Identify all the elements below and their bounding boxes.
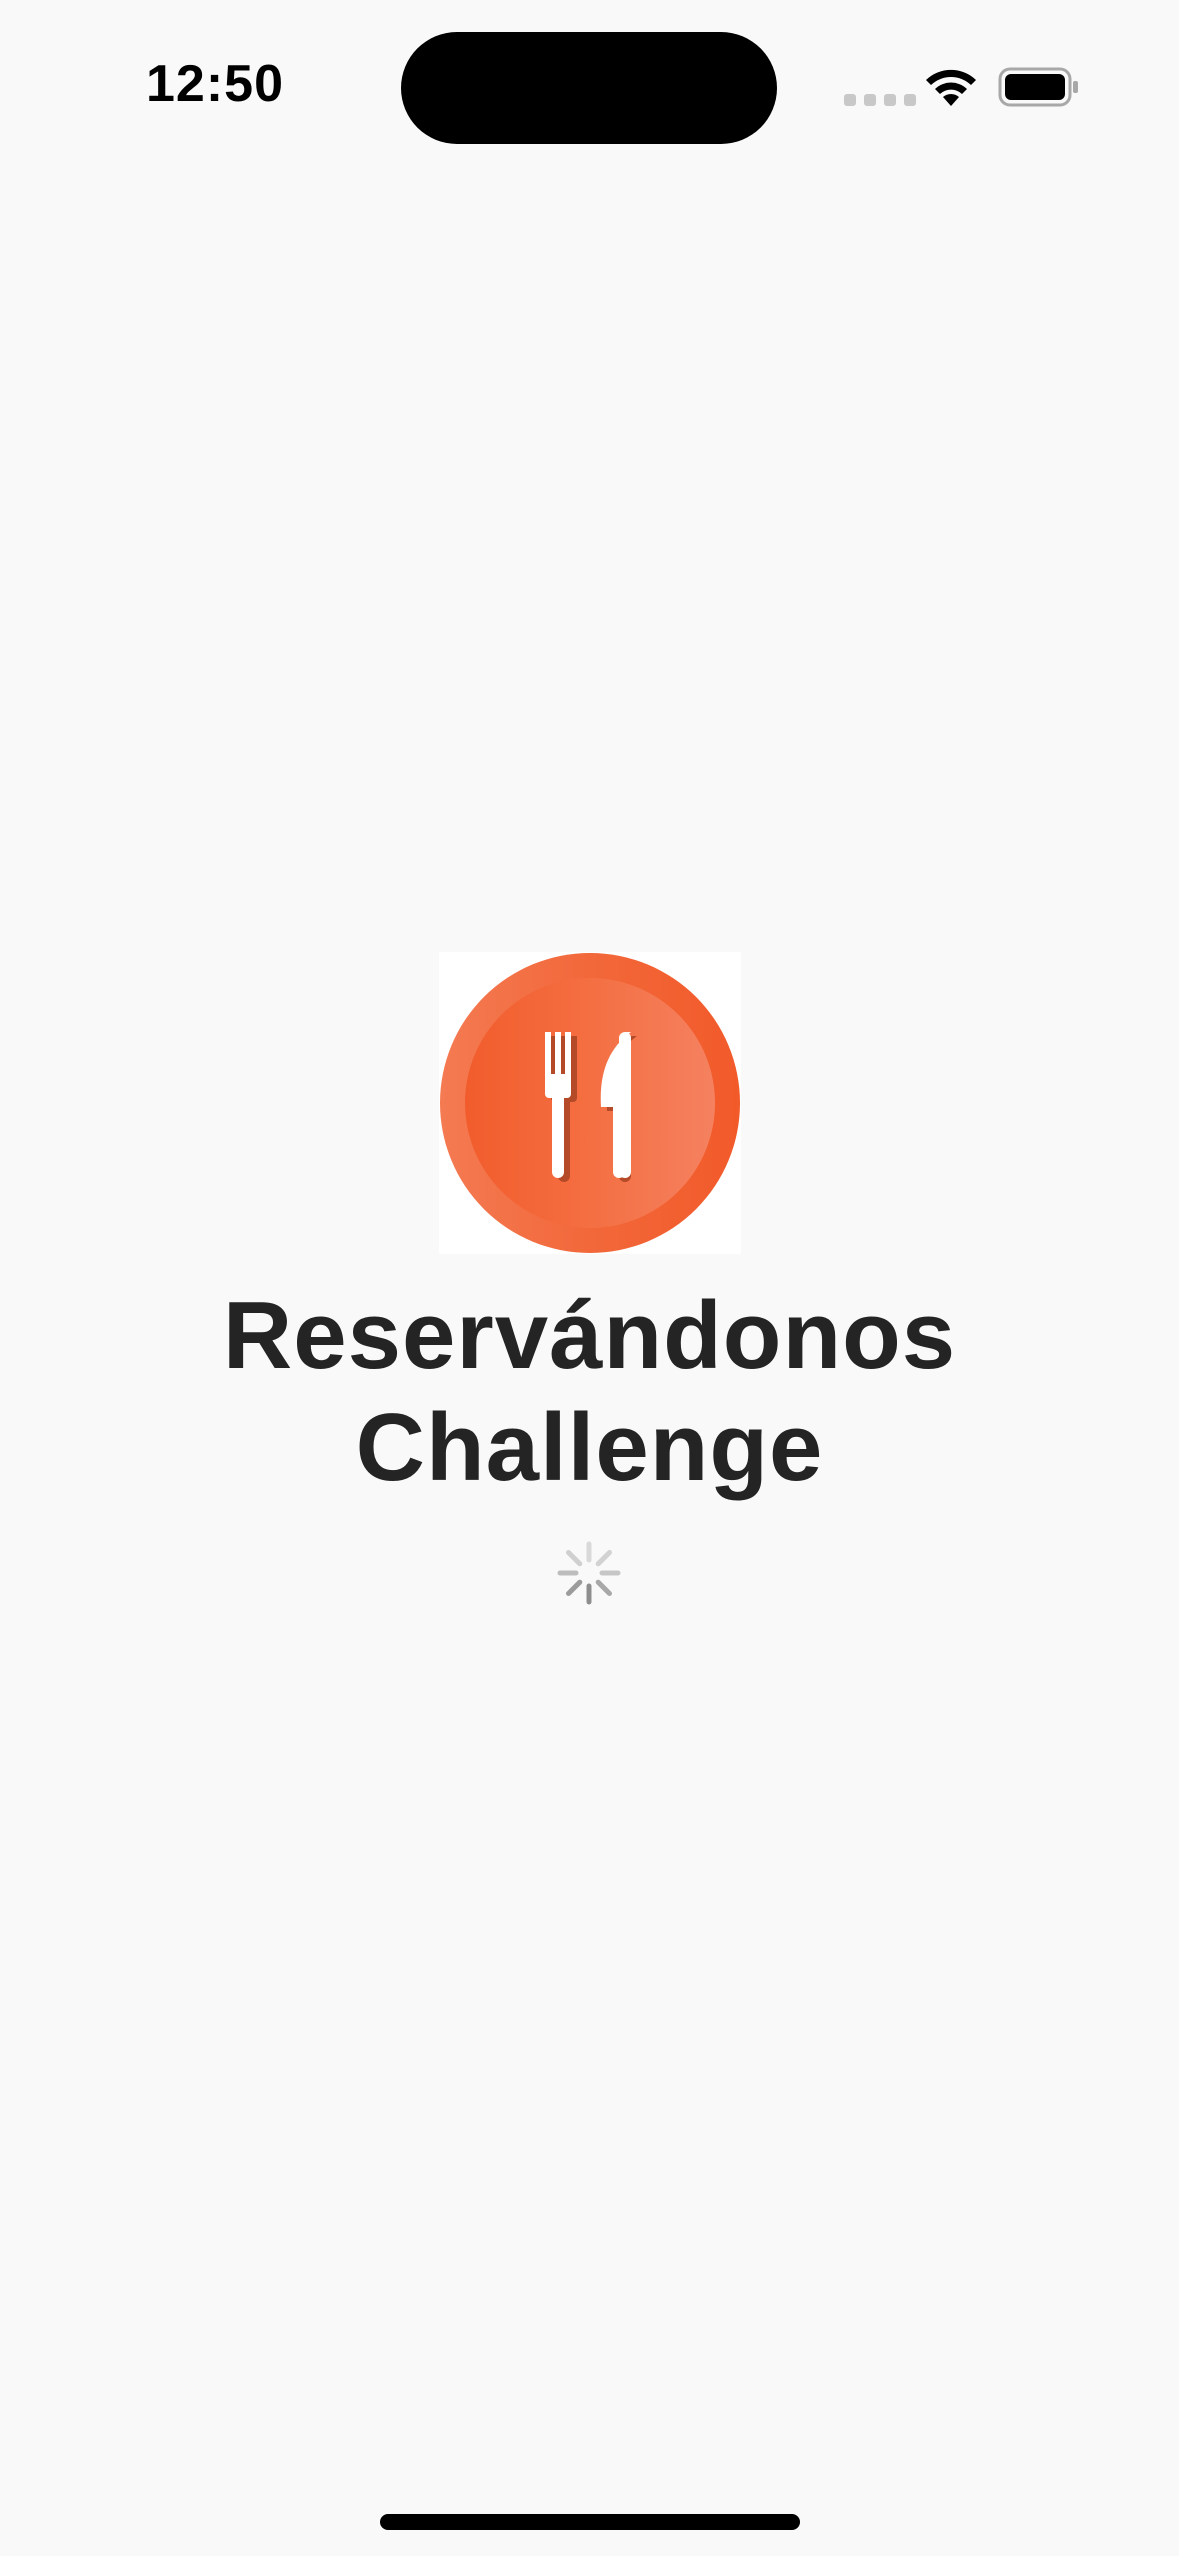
dynamic-island bbox=[401, 32, 777, 144]
fork-knife-icon bbox=[440, 953, 740, 1253]
status-time: 12:50 bbox=[146, 55, 284, 113]
wifi-icon bbox=[926, 69, 976, 106]
activity-spinner-icon bbox=[557, 1541, 621, 1605]
app-title-line-1: Reservándonos bbox=[222, 1282, 957, 1389]
battery-icon bbox=[998, 67, 1078, 107]
app-title: Reservándonos Challenge bbox=[0, 1280, 1179, 1504]
status-bar: 12:50 bbox=[0, 0, 1179, 180]
app-title-line-2: Challenge bbox=[355, 1394, 824, 1501]
cellular-signal-icon bbox=[844, 94, 916, 106]
app-logo bbox=[439, 952, 741, 1254]
home-indicator[interactable] bbox=[380, 2514, 800, 2530]
